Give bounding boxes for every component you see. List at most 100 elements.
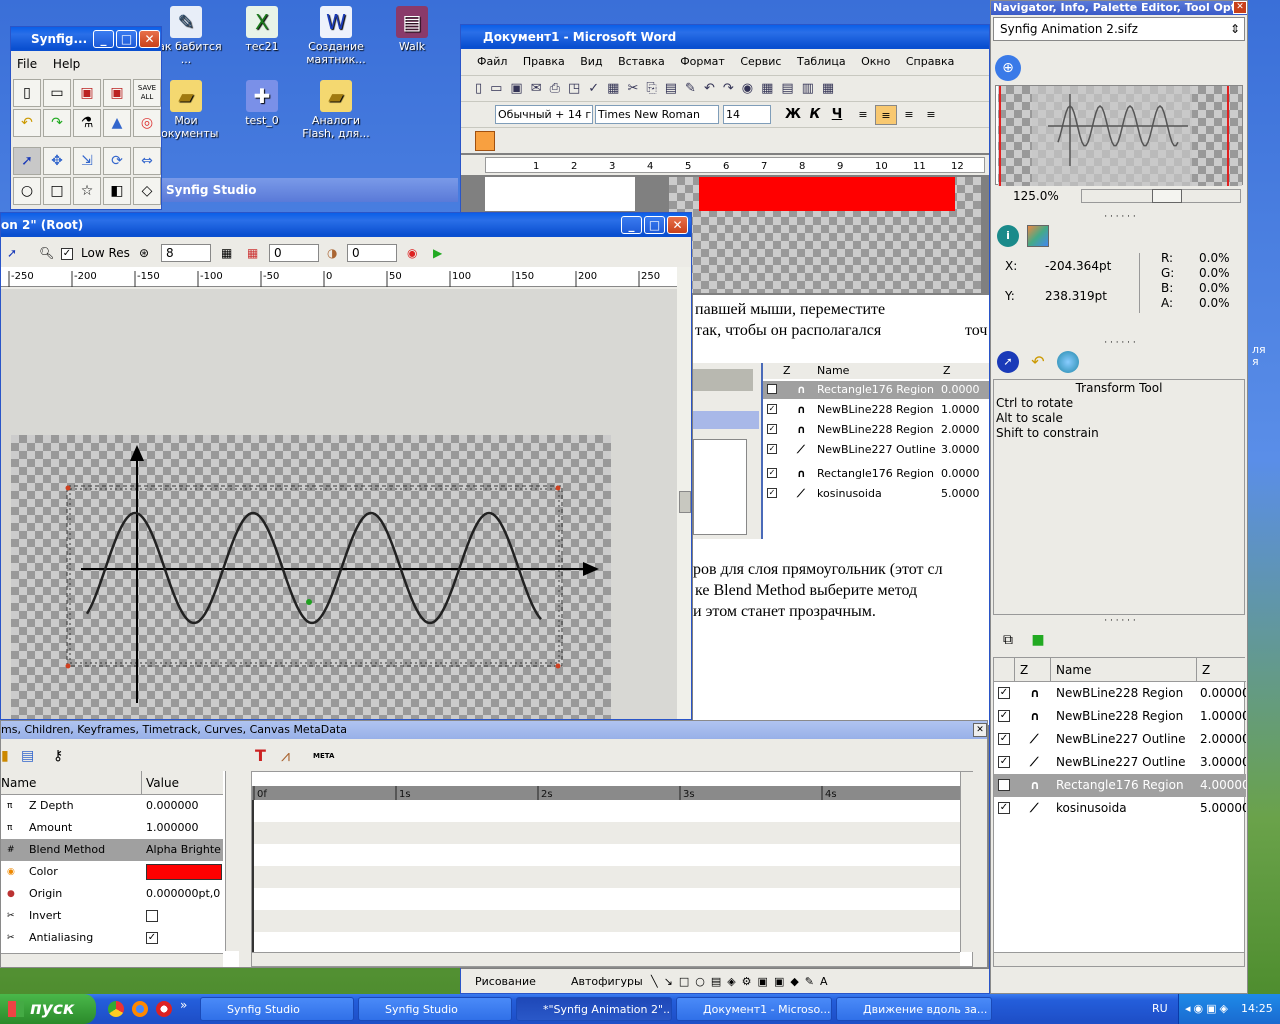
header-value[interactable]: Value xyxy=(146,771,179,795)
navigator-tab-icon[interactable]: ⊕ xyxy=(995,55,1021,81)
param-value[interactable]: Alpha Brighte xyxy=(146,839,222,861)
font-select[interactable]: Times New Roman xyxy=(595,105,719,124)
onion-skin-icon[interactable]: ◑ xyxy=(327,241,337,265)
maximize-button[interactable]: □ xyxy=(644,216,665,234)
minimize-button[interactable]: _ xyxy=(621,216,642,234)
align-justify-icon[interactable]: ≡ xyxy=(921,105,941,125)
palette-tab-icon[interactable] xyxy=(1027,225,1049,247)
rectangle-tool-icon[interactable]: □ xyxy=(43,177,71,205)
layer-checkbox[interactable]: ✓ xyxy=(998,687,1010,699)
header-z[interactable]: Z xyxy=(1202,658,1210,682)
redo-icon[interactable]: ↷ xyxy=(43,109,71,137)
chevron-right-icon[interactable]: » xyxy=(180,998,187,1012)
open-folder-icon[interactable]: ▭ xyxy=(43,79,71,107)
zoom-spinner[interactable]: 8 xyxy=(161,244,211,262)
maximize-button[interactable]: □ xyxy=(116,30,137,48)
header-name[interactable]: Name xyxy=(1056,658,1091,682)
menu-file[interactable]: Файл xyxy=(471,49,513,75)
layer-checkbox[interactable]: ✓ xyxy=(998,756,1010,768)
draw-menu[interactable]: Рисование xyxy=(475,969,536,993)
task-button[interactable]: *"Synfig Animation 2"... xyxy=(516,997,672,1021)
curves-icon[interactable]: ⩘ xyxy=(281,743,290,769)
save-as-icon[interactable]: ▣ xyxy=(103,79,131,107)
menu-format[interactable]: Формат xyxy=(674,49,731,75)
frame-spinner[interactable]: 0 xyxy=(269,244,319,262)
timetrack-row[interactable] xyxy=(252,822,960,844)
toolbar-icons[interactable]: ▯▭▣✉⎙◳✓▦✂⎘▤✎↶↷◉▦▤▥▦ xyxy=(475,81,842,96)
size-select[interactable]: 14 xyxy=(723,105,771,124)
save-all-button[interactable]: SAVE ALL xyxy=(133,79,161,107)
timetrack-hscrollbar[interactable] xyxy=(252,952,960,966)
timetrack-row[interactable] xyxy=(252,910,960,932)
underline-button[interactable]: Ч xyxy=(827,105,847,125)
library-tab-icon[interactable] xyxy=(1057,351,1079,373)
layer-row[interactable]: ✓ ⟋ NewBLine227 Outline 3.00000 xyxy=(994,751,1246,774)
menu-table[interactable]: Таблица xyxy=(791,49,852,75)
lowres-checkbox[interactable]: ✓ xyxy=(61,241,73,265)
param-row[interactable]: # Blend Method Alpha Brighte xyxy=(1,839,223,861)
param-value[interactable] xyxy=(146,864,222,880)
layer-checkbox[interactable]: ✓ xyxy=(998,710,1010,722)
timetrack-row[interactable] xyxy=(252,800,960,822)
undo-icon[interactable]: ↶ xyxy=(13,109,41,137)
corner-handle[interactable] xyxy=(555,485,561,491)
children-tab-icon[interactable]: ▤ xyxy=(21,743,34,769)
transform-tool-icon[interactable]: ➚ xyxy=(13,147,41,175)
style-select[interactable]: Обычный + 14 г xyxy=(495,105,593,124)
menu-tools[interactable]: Сервис xyxy=(734,49,787,75)
close-button[interactable]: ✕ xyxy=(139,30,160,48)
layer-row[interactable]: ✓ ∩ NewBLine228 Region 0.00000 xyxy=(994,682,1246,705)
corner-handle[interactable] xyxy=(65,485,71,491)
meta-tab[interactable]: META xyxy=(313,743,334,769)
param-row[interactable]: ✂ Invert xyxy=(1,905,223,927)
canvas-titlebar[interactable]: on 2" (Root) xyxy=(1,213,691,237)
param-value[interactable] xyxy=(146,905,222,927)
word-titlebar[interactable]: Документ1 - Microsoft Word xyxy=(461,25,989,49)
gradient-tool-icon[interactable]: ◧ xyxy=(103,177,131,205)
help-lifebuoy-icon[interactable]: ◎ xyxy=(133,109,161,137)
synfig-studio-bar[interactable]: Synfig Studio xyxy=(162,178,458,202)
script-icon[interactable]: ⚗ xyxy=(73,109,101,137)
param-checkbox[interactable]: ✓ xyxy=(146,932,158,944)
bold-button[interactable]: Ж xyxy=(783,105,803,125)
layer-row[interactable]: ✓ ⟋ kosinusoida 5.00000 xyxy=(994,797,1246,820)
menu-help[interactable]: Справка xyxy=(900,49,960,75)
menu-view[interactable]: Вид xyxy=(574,49,608,75)
opera-icon[interactable] xyxy=(156,1001,172,1017)
tool-options-tab-icon[interactable]: ➚ xyxy=(997,351,1019,373)
param-value[interactable]: 0.000000pt,0 xyxy=(146,883,222,905)
italic-button[interactable]: К xyxy=(805,105,825,125)
task-button[interactable]: Движение вдоль за... xyxy=(836,997,992,1021)
tray-icons[interactable]: ◂◉▣◈ xyxy=(1185,1002,1231,1015)
menu-help[interactable]: Help xyxy=(47,53,86,75)
smooth-move-tool-icon[interactable]: ✥ xyxy=(43,147,71,175)
header-z-toggle[interactable]: Z xyxy=(1020,658,1028,682)
sets-tab-icon[interactable]: ■ xyxy=(1027,629,1049,651)
frame-icon[interactable] xyxy=(475,131,495,151)
zoom-icon[interactable]: 🔍︎ xyxy=(39,241,54,265)
params-scrollbar[interactable] xyxy=(225,771,239,951)
timetrack-row[interactable] xyxy=(252,932,960,954)
desktop-icon[interactable]: X тес21 xyxy=(226,6,298,53)
right-panel-titlebar[interactable]: Navigator, Info, Palette Editor, Tool Op… xyxy=(991,1,1247,15)
start-button[interactable]: пуск xyxy=(0,994,96,1024)
params-titlebar[interactable]: ms, Children, Keyframes, Timetrack, Curv… xyxy=(1,721,987,739)
align-left-icon[interactable]: ≡ xyxy=(853,105,873,125)
menu-file[interactable]: File xyxy=(11,53,43,75)
render-icon[interactable]: ▲ xyxy=(103,109,131,137)
params-tab-icon[interactable]: ▮ xyxy=(1,743,9,769)
history-tab-icon[interactable]: ↶ xyxy=(1027,351,1049,373)
text-icon[interactable]: T xyxy=(255,743,266,769)
language-indicator[interactable]: RU xyxy=(1152,1002,1168,1015)
grid-snap-icon[interactable]: ▦ xyxy=(247,241,258,265)
param-value[interactable]: 0.000000 xyxy=(146,795,222,817)
layer-row[interactable]: ✓ ⟋ NewBLine227 Outline 2.00000 xyxy=(994,728,1246,751)
close-button[interactable]: ✕ xyxy=(667,216,688,234)
origin-handle[interactable] xyxy=(306,599,312,605)
task-button[interactable]: Документ1 - Microso... xyxy=(676,997,832,1021)
grid-icon[interactable]: ▦ xyxy=(221,241,232,265)
param-row[interactable]: ✂ Antialiasing ✓ xyxy=(1,927,223,949)
scale-tool-icon[interactable]: ⇲ xyxy=(73,147,101,175)
keyframes-tab-icon[interactable]: ⚷ xyxy=(53,743,63,769)
draw-tools-icons[interactable]: ╲↘□○▤◈⚙▣▣◆✎A xyxy=(651,969,834,993)
